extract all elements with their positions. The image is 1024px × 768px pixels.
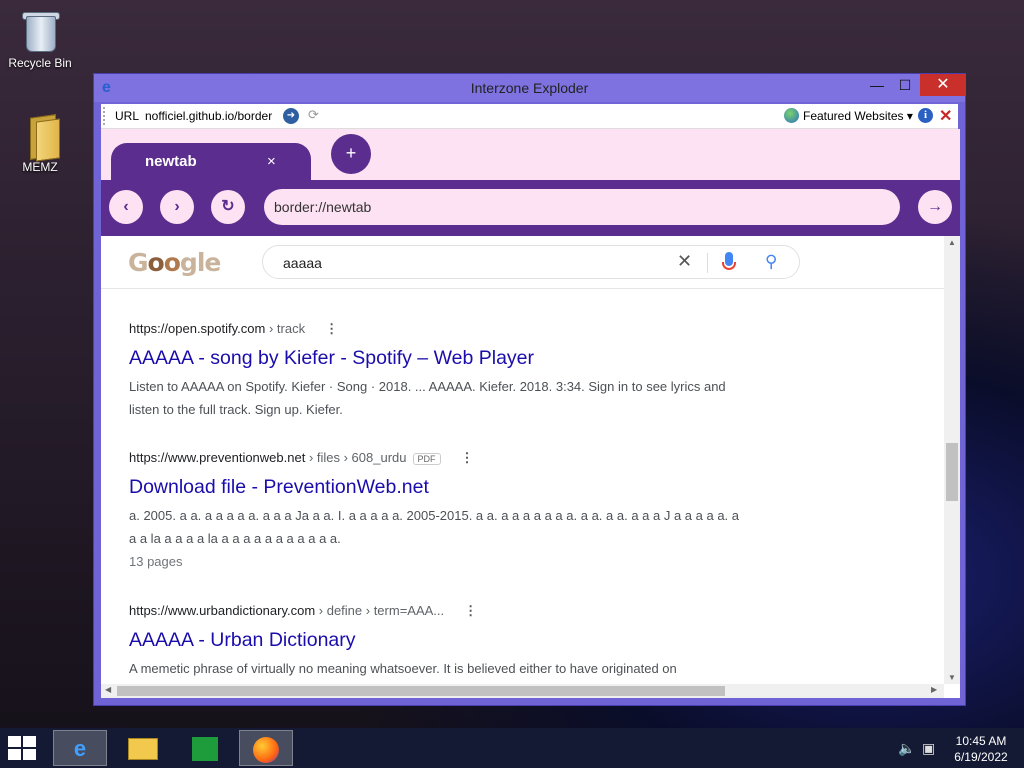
horizontal-scrollbar[interactable]: ◀ ▶ bbox=[101, 684, 944, 698]
search-icon[interactable]: ⚲ bbox=[765, 252, 777, 272]
google-header: Google aaaaa ✕ ⚲ bbox=[101, 236, 944, 289]
url-label: URL bbox=[115, 109, 140, 123]
result-snippet: A memetic phrase of virtually no meaning… bbox=[129, 661, 677, 676]
result-title[interactable]: Download file - PreventionWeb.net bbox=[129, 476, 739, 499]
maximize-button[interactable]: ☐ bbox=[890, 74, 920, 96]
forward-button[interactable]: › bbox=[160, 190, 194, 224]
search-result: https://www.urbandictionary.com › define… bbox=[129, 603, 739, 680]
address-bar[interactable]: border://newtab bbox=[264, 189, 900, 225]
google-logo[interactable]: Google bbox=[128, 248, 221, 277]
result-snippet: a. 2005. a a. a a a a a. a a a Ja a a. I… bbox=[129, 508, 740, 546]
desktop-icon-recycle-bin[interactable]: Recycle Bin bbox=[0, 6, 80, 70]
search-box[interactable]: aaaaa ✕ ⚲ bbox=[262, 245, 800, 279]
scroll-left-icon[interactable]: ◀ bbox=[105, 685, 111, 694]
vertical-scrollbar[interactable]: ▲ ▼ bbox=[944, 236, 960, 684]
firefox-icon[interactable] bbox=[239, 730, 293, 766]
tab-label: newtab bbox=[145, 153, 197, 170]
close-button[interactable]: ✕ bbox=[920, 74, 966, 96]
file-explorer-icon[interactable] bbox=[116, 730, 170, 766]
scroll-right-icon[interactable]: ▶ bbox=[931, 685, 937, 694]
ie-icon[interactable]: e bbox=[53, 730, 107, 766]
ie-toolbar: URL nofficiel.github.io/border ➜ ⟳ Featu… bbox=[101, 104, 958, 129]
toolbar-grip[interactable] bbox=[103, 107, 108, 125]
clock-date: 6/19/2022 bbox=[954, 750, 1008, 764]
info-icon[interactable]: i bbox=[918, 108, 933, 123]
more-options-icon[interactable]: ⋮ bbox=[325, 321, 338, 337]
scroll-up-icon[interactable]: ▲ bbox=[948, 238, 956, 247]
url-field[interactable]: nofficiel.github.io/border bbox=[145, 109, 277, 123]
tab-strip: newtab × + bbox=[101, 129, 960, 180]
browser-window: e Interzone Exploder — ☐ ✕ URL nofficiel… bbox=[93, 73, 966, 706]
tab-close-icon[interactable]: × bbox=[267, 153, 276, 170]
go-button[interactable]: → bbox=[918, 190, 952, 224]
page-content: Google aaaaa ✕ ⚲ https://open.spotify.co… bbox=[101, 236, 944, 684]
speaker-muted-icon[interactable]: 🔈 bbox=[898, 740, 915, 757]
scroll-thumb[interactable] bbox=[117, 686, 725, 696]
result-url[interactable]: https://www.preventionweb.net › files › … bbox=[129, 450, 739, 468]
result-title[interactable]: AAAAA - Urban Dictionary bbox=[129, 629, 739, 652]
store-icon[interactable] bbox=[178, 730, 232, 766]
close-toolbar-icon[interactable]: ✕ bbox=[939, 106, 952, 126]
network-icon[interactable]: ▣ bbox=[922, 740, 935, 757]
result-meta: 13 pages bbox=[129, 554, 183, 569]
reload-button[interactable]: ↻ bbox=[211, 190, 245, 224]
new-tab-button[interactable]: + bbox=[331, 134, 371, 174]
title-bar[interactable]: e Interzone Exploder — ☐ ✕ bbox=[94, 74, 966, 102]
navigation-bar: ‹ › ↻ border://newtab → bbox=[101, 180, 960, 236]
browser-viewport: newtab × + ‹ › ↻ border://newtab → Googl… bbox=[101, 129, 960, 698]
refresh-icon[interactable]: ⟳ bbox=[308, 107, 319, 123]
minimize-button[interactable]: — bbox=[862, 74, 892, 96]
tab-newtab[interactable]: newtab × bbox=[111, 143, 311, 180]
clear-icon[interactable]: ✕ bbox=[677, 251, 692, 272]
desktop-icon-memz[interactable]: MEMZ bbox=[0, 110, 80, 174]
scroll-thumb[interactable] bbox=[946, 443, 958, 501]
clock-time: 10:45 AM bbox=[955, 734, 1007, 748]
scroll-down-icon[interactable]: ▼ bbox=[948, 673, 956, 682]
result-snippet: Listen to AAAAA on Spotify. Kiefer · Son… bbox=[129, 379, 726, 417]
search-result: https://www.preventionweb.net › files › … bbox=[129, 450, 739, 573]
result-url[interactable]: https://www.urbandictionary.com › define… bbox=[129, 603, 739, 621]
microphone-icon[interactable] bbox=[722, 252, 736, 270]
more-options-icon[interactable]: ⋮ bbox=[464, 603, 477, 619]
taskbar: e 🔈 ▣ 10:45 AM 6/19/2022 bbox=[0, 728, 1024, 768]
search-result: https://open.spotify.com › track ⋮ AAAAA … bbox=[129, 321, 739, 421]
desktop-icon-label: MEMZ bbox=[22, 160, 58, 174]
go-arrow-icon[interactable]: ➜ bbox=[283, 108, 299, 124]
clock[interactable]: 10:45 AM 6/19/2022 bbox=[946, 733, 1016, 765]
globe-icon bbox=[784, 108, 799, 123]
result-title[interactable]: AAAAA - song by Kiefer - Spotify – Web P… bbox=[129, 347, 739, 370]
more-options-icon[interactable]: ⋮ bbox=[461, 450, 474, 466]
desktop-icon-label: Recycle Bin bbox=[8, 56, 72, 70]
divider bbox=[707, 253, 708, 273]
result-url[interactable]: https://open.spotify.com › track ⋮ bbox=[129, 321, 739, 339]
folder-icon bbox=[16, 110, 64, 162]
start-button[interactable] bbox=[8, 736, 38, 760]
featured-websites-dropdown[interactable]: Featured Websites ▾ bbox=[803, 109, 913, 123]
recycle-bin-icon bbox=[16, 6, 64, 54]
window-title: Interzone Exploder bbox=[470, 80, 589, 96]
pdf-badge: PDF bbox=[412, 453, 441, 465]
back-button[interactable]: ‹ bbox=[109, 190, 143, 224]
search-input[interactable]: aaaaa bbox=[283, 255, 322, 271]
